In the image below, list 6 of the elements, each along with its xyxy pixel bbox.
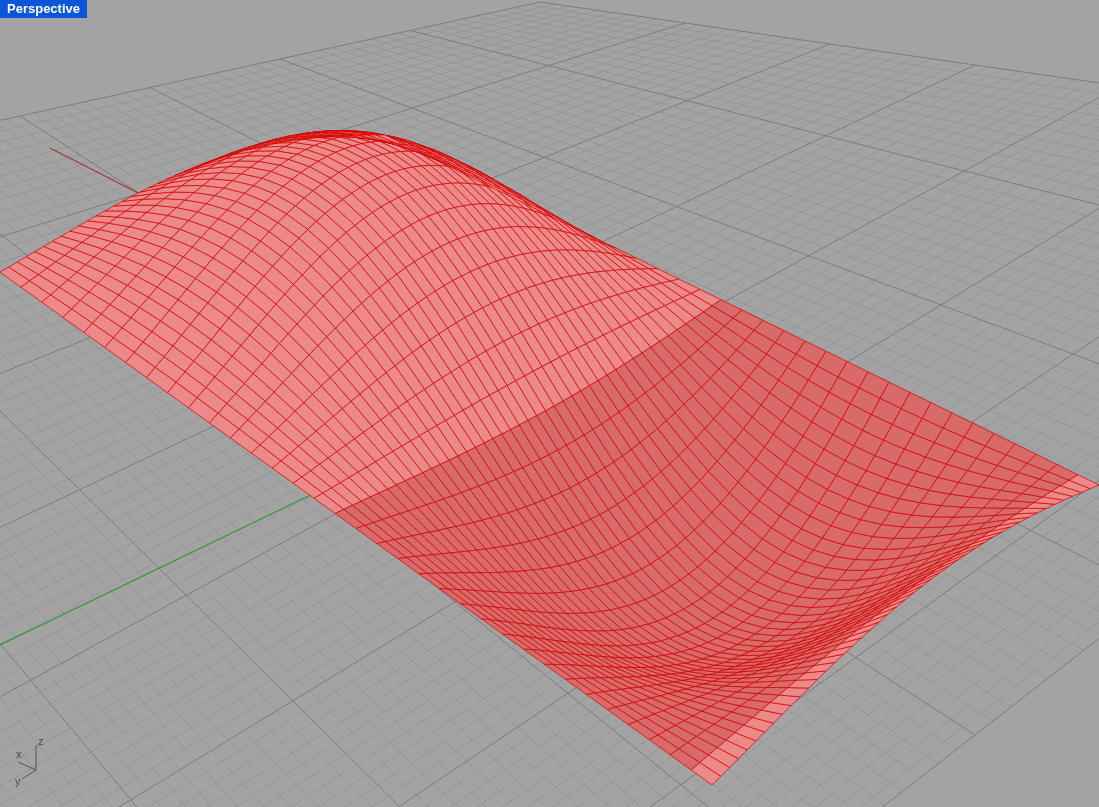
x-axis-label: x xyxy=(16,749,22,760)
axes-gizmo-drawing xyxy=(17,744,37,780)
y-axis-label: y xyxy=(15,776,21,787)
viewport[interactable]: Perspective x y z xyxy=(0,0,1099,807)
z-axis-label: z xyxy=(38,736,44,747)
viewport-title-tab[interactable]: Perspective xyxy=(0,0,87,18)
